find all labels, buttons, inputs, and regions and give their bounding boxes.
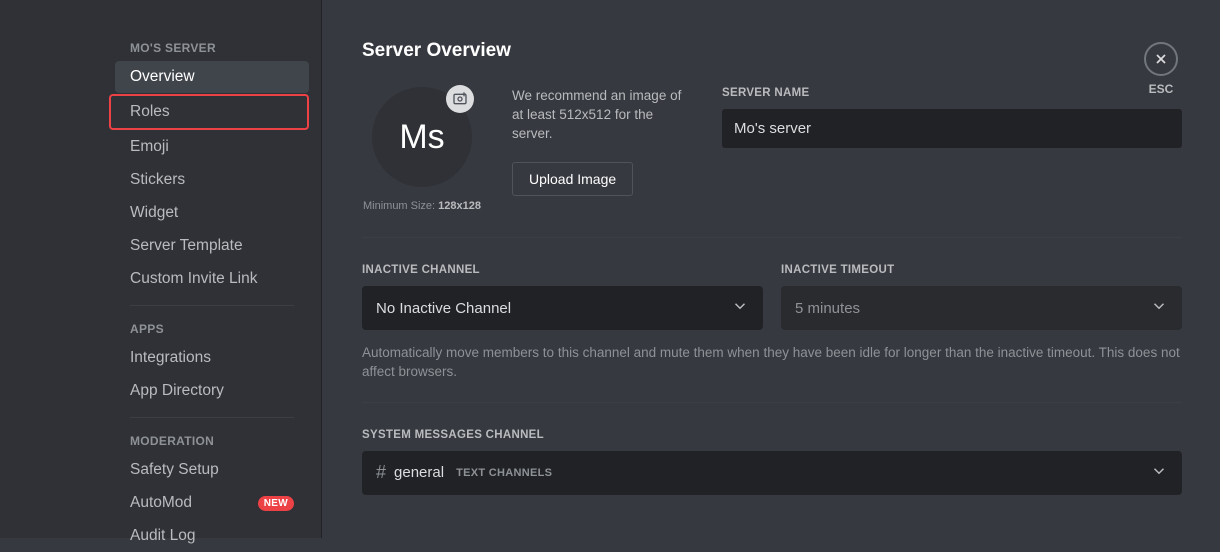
divider <box>362 237 1182 238</box>
sidebar-item-label: Integrations <box>130 349 211 367</box>
upload-image-button[interactable]: Upload Image <box>512 162 633 196</box>
sidebar-item-server-template[interactable]: Server Template <box>115 230 309 262</box>
inactive-channel-label: INACTIVE CHANNEL <box>362 264 763 276</box>
avatar-initials: Ms <box>399 118 444 157</box>
close-icon <box>1144 42 1178 76</box>
page-title: Server Overview <box>362 40 1182 62</box>
sidebar-heading-moderation: MODERATION <box>115 428 309 454</box>
sidebar: MO'S SERVER Overview Roles Emoji Sticker… <box>0 0 322 538</box>
sidebar-item-label: Safety Setup <box>130 461 219 479</box>
sidebar-item-overview[interactable]: Overview <box>115 61 309 93</box>
sidebar-item-label: App Directory <box>130 382 224 400</box>
recommend-text: We recommend an image of at least 512x51… <box>512 87 692 144</box>
sidebar-item-automod[interactable]: AutoMod NEW <box>115 487 309 519</box>
sidebar-item-integrations[interactable]: Integrations <box>115 342 309 374</box>
select-value: No Inactive Channel <box>376 300 511 317</box>
server-name-input[interactable] <box>722 109 1182 148</box>
system-channel-category: TEXT CHANNELS <box>456 467 552 479</box>
sidebar-item-label: Custom Invite Link <box>130 270 258 288</box>
system-messages-select[interactable]: # general TEXT CHANNELS <box>362 451 1182 495</box>
server-name-label: SERVER NAME <box>722 87 1182 99</box>
inactive-timeout-label: INACTIVE TIMEOUT <box>781 264 1182 276</box>
chevron-down-icon <box>731 297 749 319</box>
sidebar-item-audit-log[interactable]: Audit Log <box>115 520 309 552</box>
close-label: ESC <box>1149 82 1174 96</box>
main-content: Server Overview Ms Minimum Size: 128x128… <box>322 0 1220 538</box>
close-button[interactable]: ESC <box>1144 42 1178 96</box>
sidebar-item-roles[interactable]: Roles <box>109 94 309 130</box>
sidebar-item-custom-invite[interactable]: Custom Invite Link <box>115 263 309 295</box>
divider <box>362 402 1182 403</box>
inactive-help-text: Automatically move members to this chann… <box>362 344 1182 382</box>
server-avatar[interactable]: Ms <box>372 87 472 187</box>
sidebar-item-label: Overview <box>130 68 195 86</box>
sidebar-item-app-directory[interactable]: App Directory <box>115 375 309 407</box>
upload-image-icon[interactable] <box>446 85 474 113</box>
sidebar-item-widget[interactable]: Widget <box>115 197 309 229</box>
sidebar-item-label: Audit Log <box>130 527 196 545</box>
new-badge: NEW <box>258 496 294 511</box>
sidebar-item-stickers[interactable]: Stickers <box>115 164 309 196</box>
system-channel-name: general <box>394 464 444 481</box>
sidebar-item-label: Roles <box>130 103 170 121</box>
sidebar-item-label: Stickers <box>130 171 185 189</box>
inactive-channel-select[interactable]: No Inactive Channel <box>362 286 763 330</box>
sidebar-divider <box>130 305 294 306</box>
sidebar-item-label: Server Template <box>130 237 243 255</box>
chevron-down-icon <box>1150 297 1168 319</box>
sidebar-heading-server: MO'S SERVER <box>115 35 309 61</box>
min-size-text: Minimum Size: 128x128 <box>363 200 481 212</box>
sidebar-heading-apps: APPS <box>115 316 309 342</box>
sidebar-divider <box>130 417 294 418</box>
sidebar-item-emoji[interactable]: Emoji <box>115 131 309 163</box>
sidebar-item-label: Emoji <box>130 138 169 156</box>
sidebar-item-label: AutoMod <box>130 494 192 512</box>
inactive-timeout-select: 5 minutes <box>781 286 1182 330</box>
chevron-down-icon <box>1150 462 1168 484</box>
sidebar-item-label: Widget <box>130 204 178 222</box>
sidebar-item-safety-setup[interactable]: Safety Setup <box>115 454 309 486</box>
hash-icon: # <box>376 462 386 483</box>
select-value: 5 minutes <box>795 300 860 317</box>
system-messages-label: SYSTEM MESSAGES CHANNEL <box>362 429 1182 441</box>
